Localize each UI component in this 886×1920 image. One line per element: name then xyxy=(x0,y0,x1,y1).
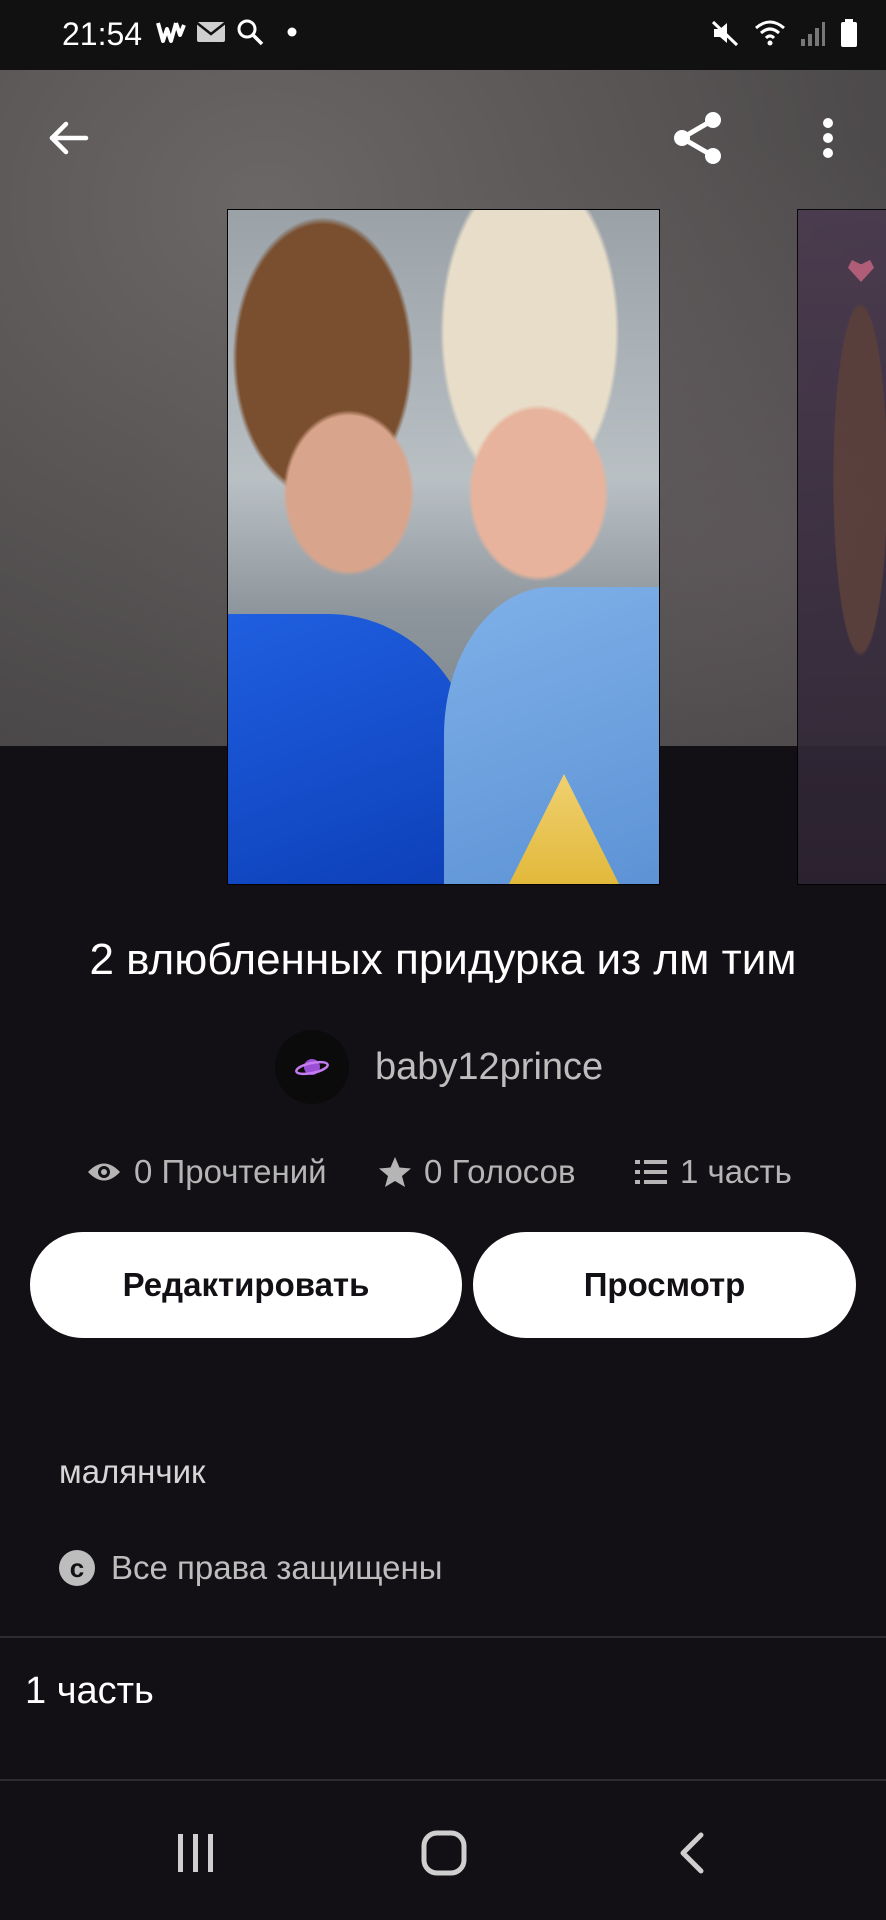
status-left-icons xyxy=(156,18,302,46)
share-icon xyxy=(674,112,721,164)
back-button[interactable] xyxy=(32,102,104,174)
wattpad-icon xyxy=(156,22,186,43)
status-time: 21:54 xyxy=(62,16,143,52)
mute-icon xyxy=(711,20,739,47)
reads-count: 0 Прочтений xyxy=(134,1153,327,1190)
next-story-cover[interactable] xyxy=(797,209,886,885)
author-link[interactable]: baby12prince xyxy=(275,1030,603,1104)
list-icon xyxy=(635,1160,667,1184)
story-title: 2 влюбленных придурка из лм тим xyxy=(89,935,797,984)
avatar xyxy=(275,1030,349,1104)
recents-button[interactable] xyxy=(156,1821,236,1885)
divider xyxy=(0,1636,886,1638)
mail-icon xyxy=(196,22,226,42)
dot-icon xyxy=(287,27,297,37)
copyright-icon: c xyxy=(59,1550,95,1586)
eye-icon xyxy=(88,1163,120,1181)
planet-icon xyxy=(295,1059,329,1076)
system-nav-bar xyxy=(0,1781,886,1920)
nav-back-icon xyxy=(680,1832,704,1874)
battery-icon xyxy=(841,19,857,47)
edit-button[interactable]: Редактировать xyxy=(30,1232,462,1338)
status-right-icons xyxy=(710,18,858,48)
status-bar: 21:54 xyxy=(0,0,886,70)
heart-icon xyxy=(848,260,874,282)
story-cover[interactable] xyxy=(227,209,660,885)
reads-stat: 0 Прочтений xyxy=(86,1150,327,1194)
parts-stat: 1 часть xyxy=(634,1150,792,1194)
story-description: малянчик xyxy=(59,1453,206,1490)
votes-count: 0 Голосов xyxy=(424,1153,576,1190)
arrow-left-icon xyxy=(49,121,89,155)
cover-figure-left xyxy=(228,614,478,884)
copyright-text: Все права защищены xyxy=(111,1549,443,1586)
preview-button[interactable]: Просмотр xyxy=(473,1232,856,1338)
parts-count: 1 часть xyxy=(680,1153,792,1190)
search-icon xyxy=(237,19,264,46)
story-stats: 0 Прочтений 0 Голосов 1 часть xyxy=(0,1150,886,1194)
home-icon xyxy=(421,1830,467,1876)
author-name: baby12prince xyxy=(375,1045,604,1088)
signal-icon xyxy=(801,22,825,46)
recents-icon xyxy=(178,1834,213,1872)
copyright-notice: c Все права защищены xyxy=(59,1549,442,1587)
votes-stat: 0 Голосов xyxy=(378,1150,576,1194)
wifi-icon xyxy=(755,20,785,46)
share-button[interactable] xyxy=(662,102,734,174)
more-options-button[interactable] xyxy=(792,102,864,174)
star-icon xyxy=(379,1157,411,1187)
more-vert-icon xyxy=(823,118,833,158)
list-item[interactable]: 1 часть xyxy=(25,1670,154,1713)
home-button[interactable] xyxy=(404,1821,484,1885)
nav-back-button[interactable] xyxy=(652,1821,732,1885)
